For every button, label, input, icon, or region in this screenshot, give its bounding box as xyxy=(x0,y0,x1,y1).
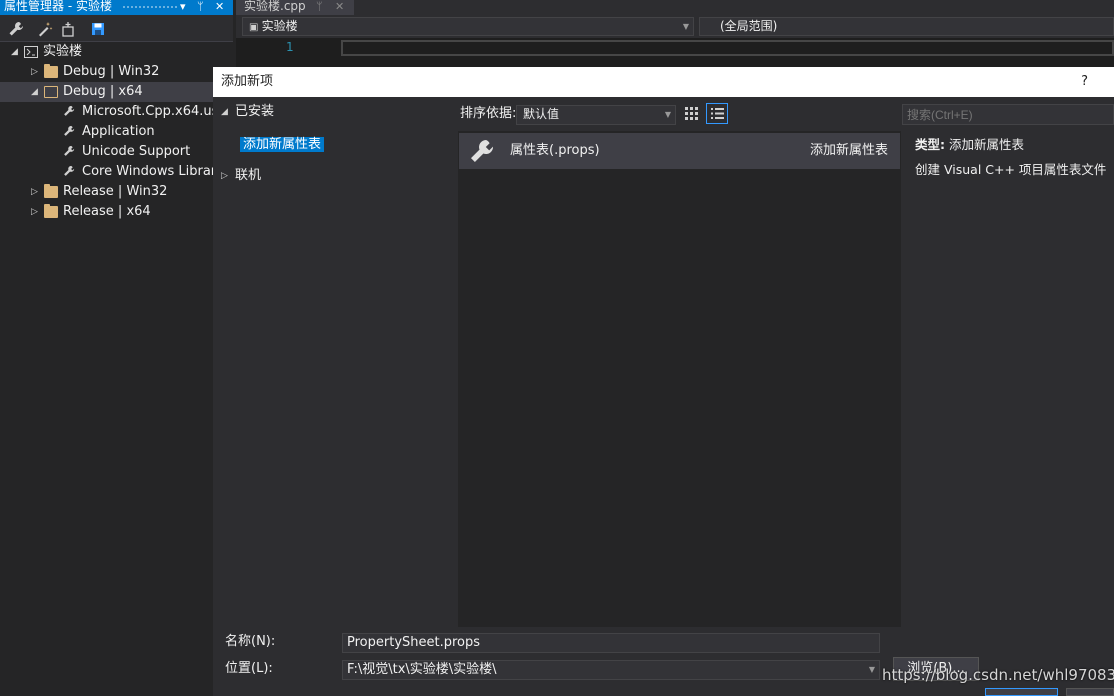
property-manager-title: 属性管理器 - 实验楼 ▾ ᛘ ✕ xyxy=(0,0,233,15)
template-list xyxy=(458,131,901,627)
panel-dropdown-button[interactable]: ▾ xyxy=(180,0,186,13)
project-combo[interactable]: ▣ 实验楼 ▼ xyxy=(242,17,694,36)
navigation-bar: ▣ 实验楼 ▼ (全局范围) xyxy=(236,15,1114,38)
folder-open-icon xyxy=(44,86,58,98)
chevron-down-icon: ▼ xyxy=(664,110,671,119)
collapse-arrow-icon[interactable]: ▷ xyxy=(31,182,41,202)
sort-label: 排序依据: xyxy=(460,106,517,121)
panel-close-button[interactable]: ✕ xyxy=(215,0,224,13)
tree-item-debug-x64[interactable]: ◢ Debug | x64 xyxy=(0,82,233,102)
line-number: 1 xyxy=(286,40,294,54)
wrench-icon xyxy=(64,105,75,116)
category-installed[interactable]: ◢ 已安装 xyxy=(221,102,275,122)
property-tree: ◢ 实验楼 ▷ Debug | Win32 ◢ Debug | x64 Micr… xyxy=(0,42,233,696)
expand-arrow-icon[interactable]: ◢ xyxy=(11,42,21,62)
name-label: 名称(N): xyxy=(225,634,276,649)
list-view-button[interactable] xyxy=(706,103,728,124)
project-combo-value: 实验楼 xyxy=(261,19,298,33)
tree-item-label: 实验楼 xyxy=(43,44,83,59)
template-name: 属性表(.props) xyxy=(510,143,600,158)
tree-item-sheet[interactable]: Core Windows Libraries xyxy=(0,162,233,182)
category-label: 联机 xyxy=(235,168,262,183)
property-manager-title-text: 属性管理器 - 实验楼 xyxy=(4,0,112,13)
tree-item-label: Debug | x64 xyxy=(63,84,143,99)
help-button[interactable]: ? xyxy=(1081,67,1088,97)
wrench-icon xyxy=(471,140,494,162)
tree-item-project[interactable]: ◢ 实验楼 xyxy=(0,42,233,62)
tree-item-label: Release | x64 xyxy=(63,204,151,219)
current-line-highlight xyxy=(341,40,1114,56)
wrench-icon[interactable] xyxy=(8,21,24,37)
project-icon: ▣ xyxy=(249,22,262,33)
tree-item-sheet[interactable]: Microsoft.Cpp.x64.user xyxy=(0,102,233,122)
tree-item-label: Application xyxy=(82,124,155,139)
chevron-down-icon: ▼ xyxy=(682,22,689,31)
tree-item-debug-win32[interactable]: ▷ Debug | Win32 xyxy=(0,62,233,82)
scope-combo-value: (全局范围) xyxy=(720,19,778,33)
sort-select[interactable]: 默认值 ▼ xyxy=(516,105,676,125)
category-pane: ◢ 已安装 添加新属性表 ▷ 联机 xyxy=(213,97,456,627)
editor-tab-strip xyxy=(236,0,1114,15)
cancel-button[interactable] xyxy=(1066,688,1114,696)
title-grip xyxy=(122,5,177,10)
wand-icon[interactable] xyxy=(37,21,53,37)
wrench-icon xyxy=(64,125,75,136)
expand-arrow-icon[interactable]: ◢ xyxy=(221,102,228,122)
tree-item-label: Unicode Support xyxy=(82,144,191,159)
category-online[interactable]: ▷ 联机 xyxy=(221,166,262,186)
tab-editor-file[interactable]: 实验楼.cpp ᛘ ✕ xyxy=(236,0,354,15)
add-sheet-icon[interactable] xyxy=(60,21,76,37)
template-item-property-sheet[interactable]: 属性表(.props) 添加新属性表 xyxy=(459,133,900,169)
tree-item-label: Microsoft.Cpp.x64.user xyxy=(82,104,232,119)
wrench-icon xyxy=(64,165,75,176)
name-field-value: PropertySheet.props xyxy=(347,635,481,650)
dialog-title: 添加新项 xyxy=(221,74,274,89)
watermark: https://blog.csdn.net/whl970831 xyxy=(882,666,1114,684)
tree-item-label: Core Windows Libraries xyxy=(82,164,233,179)
property-manager-toolbar xyxy=(0,15,233,42)
tree-item-sheet[interactable]: Unicode Support xyxy=(0,142,233,162)
category-add-property-sheet[interactable]: 添加新属性表 xyxy=(240,135,325,155)
scope-combo[interactable]: (全局范围) xyxy=(699,17,1114,36)
tab-label: 实验楼.cpp xyxy=(244,0,306,13)
details-description: 创建 Visual C++ 项目属性表文件 xyxy=(915,162,1107,177)
location-field[interactable]: F:\视觉\tx\实验楼\实验楼\ ▼ xyxy=(342,660,880,680)
pin-button[interactable]: ᛘ xyxy=(197,0,204,13)
chevron-down-icon: ▼ xyxy=(868,665,875,674)
wrench-icon xyxy=(64,145,75,156)
collapse-arrow-icon[interactable]: ▷ xyxy=(221,166,228,186)
template-type: 添加新属性表 xyxy=(809,143,888,158)
project-icon xyxy=(24,46,38,58)
search-input[interactable] xyxy=(902,104,1114,125)
location-field-value: F:\视觉\tx\实验楼\实验楼\ xyxy=(347,662,497,677)
location-label: 位置(L): xyxy=(225,661,273,676)
expand-arrow-icon[interactable]: ◢ xyxy=(31,82,41,102)
details-pane xyxy=(902,131,1114,627)
tree-item-release-win32[interactable]: ▷ Release | Win32 xyxy=(0,182,233,202)
category-label: 已安装 xyxy=(235,104,275,119)
sort-value: 默认值 xyxy=(523,107,560,121)
details-type-value: 添加新属性表 xyxy=(948,137,1024,152)
tree-item-label: Debug | Win32 xyxy=(63,64,160,79)
details-type-label: 类型: xyxy=(915,137,945,152)
tree-item-sheet[interactable]: Application xyxy=(0,122,233,142)
collapse-arrow-icon[interactable]: ▷ xyxy=(31,202,41,222)
folder-icon xyxy=(44,64,58,78)
name-field[interactable]: PropertySheet.props xyxy=(342,633,880,653)
category-label: 添加新属性表 xyxy=(240,137,325,152)
folder-icon xyxy=(44,184,58,198)
collapse-arrow-icon[interactable]: ▷ xyxy=(31,62,41,82)
list-view-icon xyxy=(711,108,724,119)
folder-icon xyxy=(44,204,58,218)
tree-item-release-x64[interactable]: ▷ Release | x64 xyxy=(0,202,233,222)
details-type: 类型: 添加新属性表 xyxy=(915,137,1024,153)
tab-close-icon[interactable]: ✕ xyxy=(335,0,344,13)
tree-item-label: Release | Win32 xyxy=(63,184,168,199)
add-button[interactable] xyxy=(985,688,1058,696)
save-icon[interactable] xyxy=(90,21,106,37)
tab-pin-icon[interactable]: ᛘ xyxy=(316,0,323,13)
dialog-title-bar: 添加新项 ? xyxy=(213,67,1114,97)
grid-view-icon[interactable] xyxy=(684,106,699,121)
